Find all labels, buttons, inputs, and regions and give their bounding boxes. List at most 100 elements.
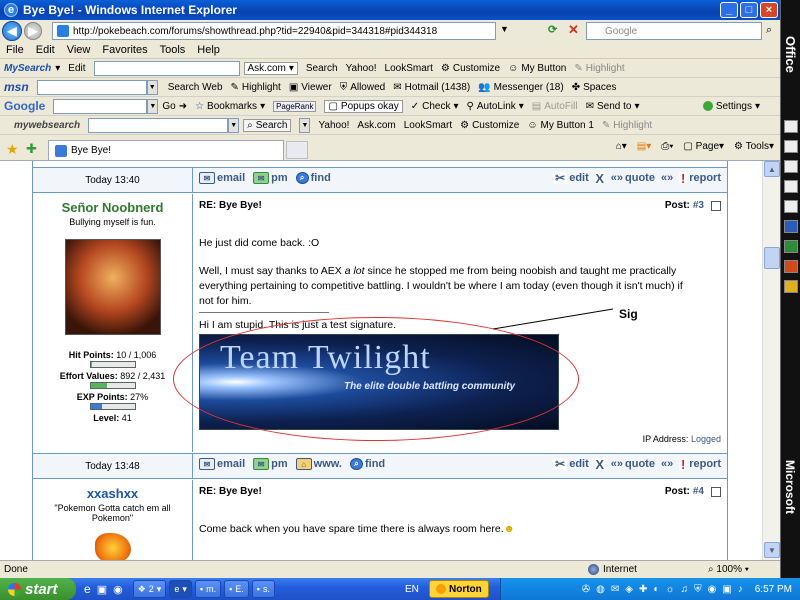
- google-logo[interactable]: Google: [4, 99, 45, 113]
- tray-icon[interactable]: ◍: [596, 584, 605, 595]
- delete-button[interactable]: X: [594, 457, 605, 472]
- tb1-mybutton[interactable]: ☺ My Button: [508, 63, 566, 74]
- multiquote-button[interactable]: «»: [661, 458, 673, 470]
- tb4-ask[interactable]: Ask.com: [357, 120, 395, 131]
- tb3-check[interactable]: ✓ Check ▾: [411, 101, 459, 112]
- tray-icon[interactable]: ✚: [639, 584, 647, 595]
- quicklaunch-media-icon[interactable]: ◉: [113, 583, 123, 596]
- tb2-allowed[interactable]: ⛨ Allowed: [340, 82, 386, 93]
- page-menu[interactable]: ▢ Page▾: [683, 141, 724, 152]
- tb1-highlight[interactable]: ✎ Highlight: [574, 63, 624, 74]
- maximize-button[interactable]: □: [740, 2, 758, 18]
- volume-icon[interactable]: ♪: [738, 584, 743, 595]
- zoom-level[interactable]: ⌕ 100% ▾: [708, 564, 749, 575]
- tb4-search[interactable]: ⌕ Search: [243, 118, 292, 132]
- chevron-down-icon[interactable]: ▾: [55, 63, 60, 74]
- print-icon[interactable]: ⎙▾: [661, 141, 673, 152]
- tb2-viewer[interactable]: ▣ Viewer: [289, 82, 332, 93]
- tray-icon[interactable]: ▣: [722, 584, 731, 595]
- favorites-star-icon[interactable]: ★: [6, 141, 19, 158]
- multiquote-button[interactable]: «»: [661, 172, 673, 184]
- email-button[interactable]: ✉ email: [199, 172, 245, 184]
- tab-bye-bye[interactable]: Bye Bye!: [48, 140, 284, 160]
- tray-icon[interactable]: ◉: [708, 584, 717, 595]
- excel-icon[interactable]: [784, 240, 798, 253]
- tools-menu[interactable]: ⚙ Tools▾: [734, 141, 774, 152]
- add-favorite-icon[interactable]: ✚: [26, 141, 37, 157]
- post-checkbox[interactable]: [711, 200, 721, 211]
- tray-icon[interactable]: ✉: [611, 584, 619, 595]
- address-dropdown-icon[interactable]: ▼: [500, 24, 509, 34]
- search-input[interactable]: Google: [586, 22, 762, 40]
- google-search-input[interactable]: [53, 98, 148, 114]
- task-button[interactable]: ▪ m.: [194, 580, 222, 598]
- menu-help[interactable]: Help: [197, 44, 220, 56]
- chevron-down-icon[interactable]: ▼: [146, 79, 158, 95]
- office-app-icon[interactable]: [784, 180, 798, 193]
- tb3-popups[interactable]: ▢ Popups okay: [324, 99, 403, 113]
- tb1-looksmart[interactable]: LookSmart: [385, 63, 433, 74]
- tb4-mybutton[interactable]: ☺ My Button 1: [527, 120, 594, 131]
- find-button[interactable]: ⌕ find: [295, 172, 331, 184]
- chevron-down-icon[interactable]: ▼: [299, 117, 311, 133]
- mysearch-input[interactable]: [93, 60, 240, 76]
- post-link[interactable]: #4: [693, 486, 704, 497]
- quote-button[interactable]: «» quote: [611, 458, 655, 470]
- tb4-yahoo[interactable]: Yahoo!: [318, 120, 349, 131]
- tb4-highlight[interactable]: ✎ Highlight: [602, 120, 652, 131]
- post-checkbox[interactable]: [711, 486, 721, 497]
- find-button[interactable]: ⌕ find: [349, 458, 385, 470]
- tray-icon[interactable]: ◈: [625, 584, 633, 595]
- edit-button[interactable]: ✂ edit: [553, 171, 589, 185]
- new-tab-button[interactable]: [286, 141, 308, 159]
- forward-button[interactable]: ▶: [24, 22, 42, 40]
- tb3-autolink[interactable]: ⚲ AutoLink ▾: [467, 101, 524, 112]
- address-bar[interactable]: http://pokebeach.com/forums/showthread.p…: [52, 22, 496, 40]
- tb2-messenger[interactable]: 👥 Messenger (18): [478, 82, 563, 93]
- home-icon[interactable]: ⌂▾: [616, 141, 627, 152]
- provider-select[interactable]: Ask.com ▾: [243, 61, 298, 75]
- task-button[interactable]: ▪ E.: [224, 580, 249, 598]
- mywebsearch-logo[interactable]: mywebsearch: [14, 120, 80, 131]
- scroll-thumb[interactable]: [764, 247, 780, 269]
- word-icon[interactable]: [784, 220, 798, 233]
- report-button[interactable]: ! report: [679, 171, 721, 186]
- powerpoint-icon[interactable]: [784, 260, 798, 273]
- vertical-scrollbar[interactable]: ▲ ▼: [762, 161, 780, 560]
- quicklaunch-ie-icon[interactable]: e: [84, 582, 91, 596]
- tb1-customize[interactable]: ⚙ Customize: [441, 63, 500, 74]
- ip-logged-link[interactable]: Logged: [691, 434, 721, 444]
- tb1-search[interactable]: Search: [306, 63, 338, 74]
- task-button[interactable]: ▪ s.: [251, 580, 276, 598]
- tray-icon[interactable]: ☼: [665, 584, 674, 595]
- menu-edit[interactable]: Edit: [36, 44, 55, 56]
- tb2-spaces[interactable]: ✤ Spaces: [572, 82, 617, 93]
- chevron-down-icon[interactable]: ▼: [147, 98, 159, 114]
- tb2-highlight[interactable]: ✎ Highlight: [231, 82, 281, 93]
- tb2-hotmail[interactable]: ✉ Hotmail (1438): [393, 82, 470, 93]
- post-link[interactable]: #3: [693, 200, 704, 211]
- menu-file[interactable]: File: [6, 44, 24, 56]
- tb4-customize[interactable]: ⚙ Customize: [460, 120, 519, 131]
- minimize-button[interactable]: _: [720, 2, 738, 18]
- mysearch-logo[interactable]: MySearch: [4, 63, 51, 74]
- refresh-icon[interactable]: ⟳: [548, 23, 557, 36]
- search-icon[interactable]: ⌕: [766, 24, 772, 37]
- msn-logo[interactable]: msn: [4, 80, 29, 94]
- mywebsearch-input[interactable]: [88, 117, 229, 133]
- scroll-up-arrow[interactable]: ▲: [764, 161, 780, 177]
- office-app-icon[interactable]: [784, 200, 798, 213]
- tb3-settings[interactable]: Settings ▾: [702, 101, 760, 112]
- menu-view[interactable]: View: [67, 44, 91, 56]
- google-go[interactable]: Go ➜: [162, 101, 187, 112]
- username[interactable]: Señor Noobnerd: [33, 200, 192, 215]
- chevron-down-icon[interactable]: ▼: [228, 117, 240, 133]
- quote-button[interactable]: «» quote: [611, 172, 655, 184]
- menu-favorites[interactable]: Favorites: [102, 44, 147, 56]
- tray-icon[interactable]: ◐: [653, 584, 659, 595]
- menu-tools[interactable]: Tools: [160, 44, 186, 56]
- outlook-icon[interactable]: [784, 280, 798, 293]
- tb2-searchweb[interactable]: Search Web: [168, 82, 223, 93]
- www-button[interactable]: ⌂ www.: [295, 458, 342, 470]
- office-app-icon[interactable]: [784, 140, 798, 153]
